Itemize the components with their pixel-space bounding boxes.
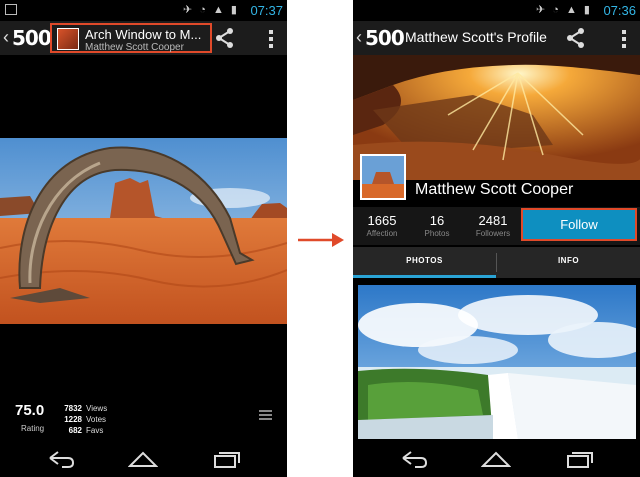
app-logo[interactable]: 500	[12, 26, 52, 50]
status-time: 07:36	[603, 3, 636, 18]
back-icon[interactable]: ‹	[356, 27, 362, 48]
photo-author: Matthew Scott Cooper	[85, 42, 184, 53]
favs-metric: 682 Favs	[68, 426, 104, 435]
back-icon[interactable]: ‹	[3, 27, 9, 48]
status-bar: ✈ ◔ ▲ ▮ 07:37	[0, 0, 287, 21]
tab-info[interactable]: INFO	[497, 247, 640, 278]
action-bar: ‹ 500 Matthew Scott's Profile	[353, 21, 640, 55]
overflow-menu-icon[interactable]	[269, 30, 273, 48]
status-icons: ✈ ◔ ▲ ▮	[183, 4, 239, 16]
followers-stat: 2481 Followers	[475, 213, 511, 238]
profile-photo-item[interactable]	[358, 285, 636, 439]
rating-value: 75.0	[15, 402, 45, 419]
app-logo[interactable]: 500	[365, 26, 405, 50]
main-photo[interactable]	[0, 138, 287, 324]
status-bar: ✈ ◔ ▲ ▮ 07:36	[353, 0, 640, 21]
nav-back-icon[interactable]	[46, 448, 76, 470]
photo-title: Arch Window to M...	[85, 27, 202, 42]
photo-thumbnail	[57, 28, 79, 50]
rating-label: Rating	[21, 424, 45, 433]
nav-recents-icon[interactable]	[212, 448, 242, 470]
status-time: 07:37	[250, 3, 283, 18]
profile-name: Matthew Scott Cooper	[415, 181, 574, 198]
share-icon[interactable]	[565, 27, 587, 49]
affection-stat: 1665 Affection	[366, 213, 398, 238]
nav-bar	[353, 442, 640, 477]
profile-screen: ✈ ◔ ▲ ▮ 07:36 ‹ 500 Matthew Scott's Prof…	[353, 0, 640, 477]
photo-title-header[interactable]: Arch Window to M... Matthew Scott Cooper	[50, 23, 212, 53]
tab-photos[interactable]: PHOTOS	[353, 247, 496, 278]
overflow-menu-icon[interactable]	[622, 30, 626, 48]
avatar[interactable]	[360, 154, 406, 200]
nav-bar	[0, 442, 287, 477]
nav-back-icon[interactable]	[399, 448, 429, 470]
status-icons: ✈ ◔ ▲ ▮	[536, 4, 592, 16]
photo-stats: 75.0 Rating 7832 Views 1228 Votes 682 Favs	[0, 398, 287, 438]
gallery-notification-icon	[5, 4, 17, 15]
action-bar: ‹ 500 Arch Window to M... Matthew Scott …	[0, 21, 287, 55]
share-icon[interactable]	[214, 27, 236, 49]
photo-screen: ✈ ◔ ▲ ▮ 07:37 ‹ 500 Arch Window to M... …	[0, 0, 287, 477]
follow-button[interactable]: Follow	[521, 208, 637, 241]
profile-tabs: PHOTOS INFO	[353, 247, 640, 278]
nav-home-icon[interactable]	[128, 448, 158, 470]
nav-recents-icon[interactable]	[565, 448, 595, 470]
page-title: Matthew Scott's Profile	[405, 29, 547, 45]
nav-home-icon[interactable]	[481, 448, 511, 470]
photos-stat: 16 Photos	[424, 213, 450, 238]
list-icon[interactable]	[259, 410, 272, 420]
arrow-icon	[298, 233, 344, 247]
